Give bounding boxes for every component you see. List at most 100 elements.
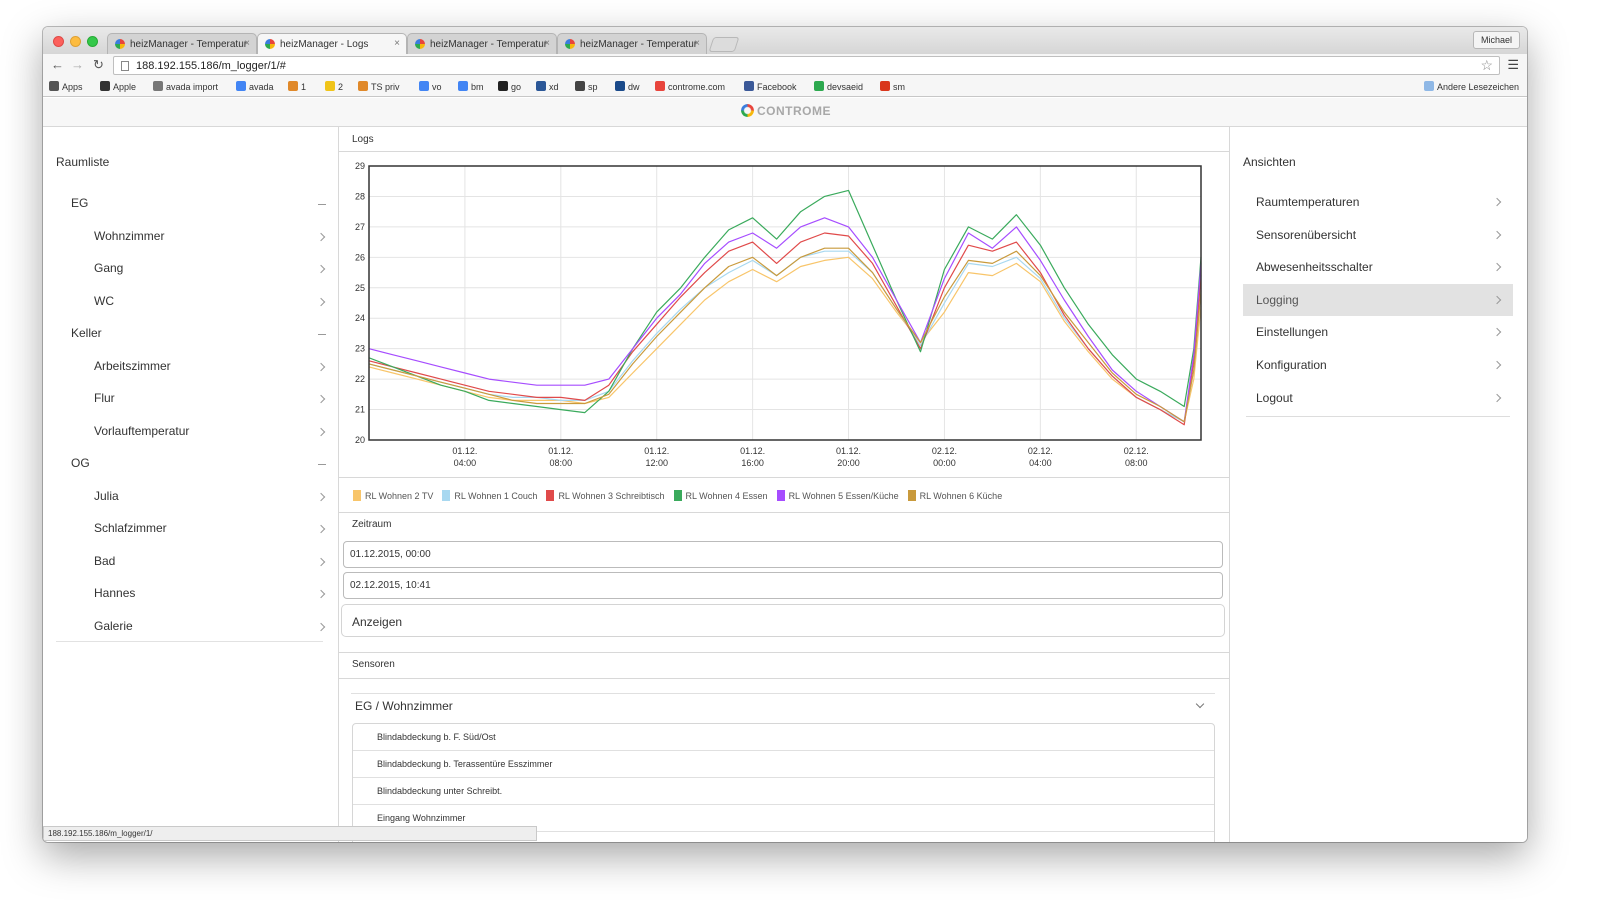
room-item[interactable]: Vorlauftemperatur <box>94 424 189 438</box>
collapse-minus-icon[interactable] <box>318 204 326 205</box>
nav-item-4[interactable]: Einstellungen <box>1243 316 1513 348</box>
bookmark-label: devsaeid <box>827 82 864 92</box>
room-item[interactable]: WC <box>94 294 114 308</box>
home-icon <box>325 81 335 91</box>
bookmark-1[interactable]: Apple <box>100 81 136 92</box>
series-line-4 <box>368 217 1202 423</box>
bookmark-9[interactable]: go <box>498 81 521 92</box>
bookmark-2[interactable]: avada import <box>153 81 218 92</box>
profile-button[interactable]: Michael <box>1472 31 1520 49</box>
close-tab-icon[interactable]: × <box>544 38 550 49</box>
brand-name: CONTROME <box>757 104 831 118</box>
bookmark-label: sp <box>588 82 598 92</box>
bookmark-5[interactable]: 2 <box>325 81 343 92</box>
room-item[interactable]: Bad <box>94 554 115 568</box>
back-arrow-icon[interactable]: ← <box>51 57 64 72</box>
bookmark-10[interactable]: xd <box>536 81 559 92</box>
bookmark-label: Facebook <box>757 82 797 92</box>
sensor-list: Blindabdeckung b. F. Süd/Ost Blindabdeck… <box>352 723 1215 842</box>
date-to-input[interactable]: 02.12.2015, 10:41 <box>343 572 1223 599</box>
bookmark-13[interactable]: controme.com <box>655 81 725 92</box>
controme-logo-icon <box>741 104 754 117</box>
bookmark-14[interactable]: Facebook <box>744 81 797 92</box>
google-icon <box>458 81 468 91</box>
bookmark-12[interactable]: dw <box>615 81 640 92</box>
close-tab-icon[interactable]: × <box>394 38 400 49</box>
nav-item-3[interactable]: Logging <box>1243 283 1513 316</box>
minimize-window-button[interactable] <box>70 36 81 47</box>
google-icon <box>419 81 429 91</box>
nav-item-6[interactable]: Logout <box>1243 382 1513 414</box>
legend-item[interactable]: RL Wohnen 4 Essen <box>673 490 768 501</box>
legend-item[interactable]: RL Wohnen 3 Schreibtisch <box>546 490 665 501</box>
close-tab-icon[interactable]: × <box>244 38 250 49</box>
room-item[interactable]: Galerie <box>94 619 133 633</box>
room-item[interactable]: Julia <box>94 489 119 503</box>
sensor-item[interactable]: Blindabdeckung unter Schreibt. <box>353 778 1214 805</box>
bookmark-star-icon[interactable]: ☆ <box>1480 57 1493 74</box>
accordion-header-eg-wohnzimmer[interactable]: EG / Wohnzimmer <box>351 693 1215 719</box>
tab-title: heizManager - Temperatur <box>580 39 698 50</box>
bookmark-11[interactable]: sp <box>575 81 598 92</box>
controme-logo[interactable]: CONTROME <box>741 104 831 118</box>
zoom-window-button[interactable] <box>87 36 98 47</box>
legend-item[interactable]: RL Wohnen 5 Essen/Küche <box>776 490 899 501</box>
collapse-minus-icon[interactable] <box>318 334 326 335</box>
room-item[interactable]: Arbeitszimmer <box>94 359 171 373</box>
room-item[interactable]: Wohnzimmer <box>94 229 164 243</box>
sensor-item[interactable]: Blindabdeckung b. F. Süd/Ost <box>353 724 1214 751</box>
date-from-input[interactable]: 01.12.2015, 00:00 <box>343 541 1223 568</box>
nav-item-label: Konfiguration <box>1256 358 1327 372</box>
room-item[interactable]: Hannes <box>94 586 135 600</box>
sensoren-heading: Sensoren <box>352 659 395 670</box>
bookmark-7[interactable]: vo <box>419 81 442 92</box>
bookmark-15[interactable]: devsaeid <box>814 81 863 92</box>
reload-icon[interactable]: ↻ <box>93 57 104 73</box>
bookmark-16[interactable]: sm <box>880 81 905 92</box>
browser-tab-active[interactable]: heizManager - Logs × <box>257 33 407 54</box>
nav-item-2[interactable]: Abwesenheitsschalter <box>1243 251 1513 283</box>
browser-tab[interactable]: heizManager - Temperatur × <box>557 33 707 54</box>
y-tick-label: 25 <box>355 283 365 293</box>
anzeigen-button[interactable]: Anzeigen <box>341 604 1225 637</box>
controme-favicon-icon <box>115 39 125 49</box>
bookmark-0[interactable]: Apps <box>49 81 83 92</box>
bookmark-6[interactable]: TS priv <box>358 81 400 92</box>
y-tick-label: 24 <box>355 313 365 323</box>
other-bookmarks[interactable]: Andere Lesezeichen <box>1423 81 1519 92</box>
nav-item-0[interactable]: Raumtemperaturen <box>1243 186 1513 218</box>
hamburger-menu-icon[interactable]: ☰ <box>1507 57 1519 73</box>
nav-item-5[interactable]: Konfiguration <box>1243 349 1513 381</box>
room-group-eg[interactable]: EG <box>71 196 88 210</box>
room-group-keller[interactable]: Keller <box>71 326 102 340</box>
legend-item[interactable]: RL Wohnen 2 TV <box>353 490 433 501</box>
bookmark-3[interactable]: avada <box>236 81 274 92</box>
room-item[interactable]: Gang <box>94 261 123 275</box>
bookmark-label: avada <box>249 82 274 92</box>
collapse-minus-icon[interactable] <box>318 464 326 465</box>
close-tab-icon[interactable]: × <box>694 38 700 49</box>
address-bar[interactable]: 188.192.155.186/m_logger/1/# ☆ <box>113 56 1500 75</box>
dw-icon <box>615 81 625 91</box>
y-tick-label: 29 <box>355 161 365 171</box>
sp-icon <box>575 81 585 91</box>
room-item[interactable]: Flur <box>94 391 115 405</box>
legend-item[interactable]: RL Wohnen 1 Couch <box>442 490 537 501</box>
nav-item-1[interactable]: Sensorenübersicht <box>1243 219 1513 251</box>
bookmark-label: vo <box>432 82 442 92</box>
bookmark-label: 1 <box>301 82 307 92</box>
room-item[interactable]: Schlafzimmer <box>94 521 167 535</box>
x-tick-label-date: 01.12. <box>452 446 477 456</box>
forward-arrow-icon[interactable]: → <box>71 57 84 72</box>
bookmark-8[interactable]: bm <box>458 81 484 92</box>
new-tab-button[interactable] <box>708 37 740 52</box>
legend-item[interactable]: RL Wohnen 6 Küche <box>907 490 1002 501</box>
bookmark-4[interactable]: 1 <box>288 81 306 92</box>
x-tick-label-date: 02.12. <box>932 446 957 456</box>
nav-item-label: Raumtemperaturen <box>1256 195 1360 209</box>
room-group-og[interactable]: OG <box>71 456 90 470</box>
sensor-item[interactable]: Blindabdeckung b. Terassentüre Esszimmer <box>353 751 1214 778</box>
close-window-button[interactable] <box>53 36 64 47</box>
browser-tab[interactable]: heizManager - Temperatur × <box>107 33 257 54</box>
browser-tab[interactable]: heizManager - Temperatur × <box>407 33 557 54</box>
